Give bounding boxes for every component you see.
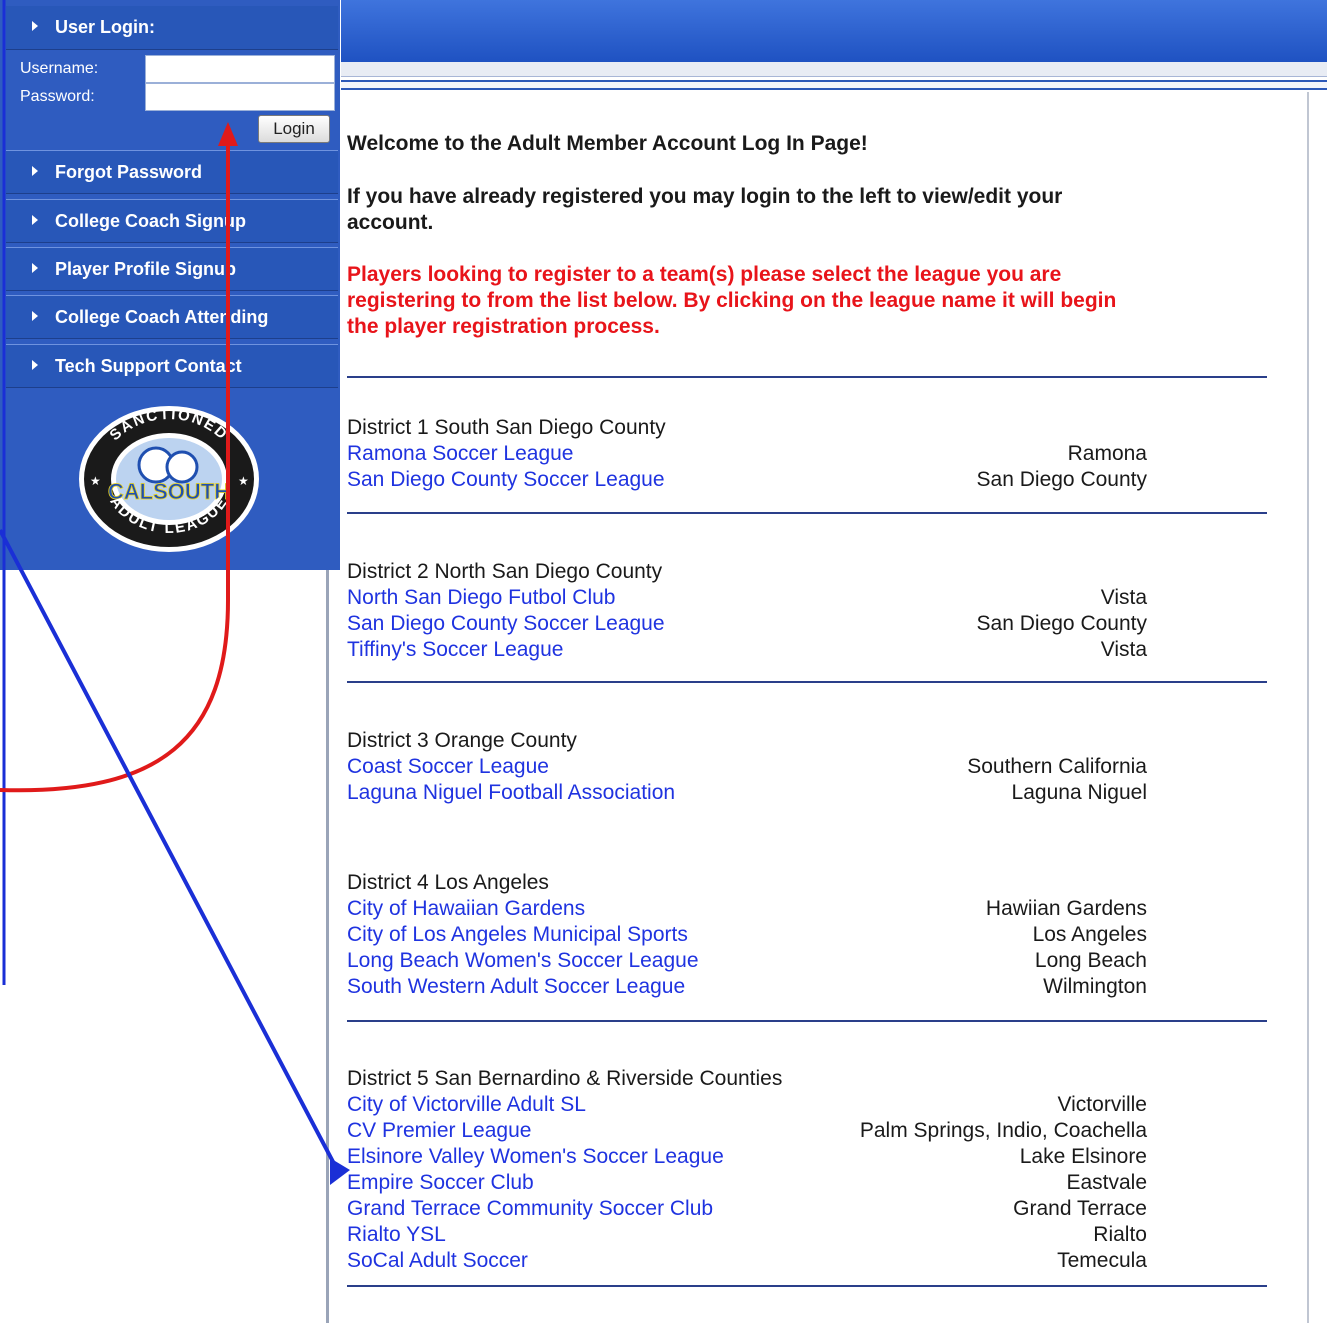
league-link[interactable]: Elsinore Valley Women's Soccer League xyxy=(347,1145,724,1169)
league-link[interactable]: Rialto YSL xyxy=(347,1223,446,1247)
district-title: District 1 South San Diego County xyxy=(347,416,666,439)
header-divider xyxy=(341,80,1327,90)
triangle-right-icon xyxy=(32,311,38,321)
login-button[interactable]: Login xyxy=(258,115,330,143)
league-link[interactable]: Laguna Niguel Football Association xyxy=(347,781,675,805)
league-city: Palm Springs, Indio, Coachella xyxy=(859,1119,1147,1142)
divider xyxy=(347,1020,1267,1022)
username-label: Username: xyxy=(20,60,99,77)
league-city: Hawiian Gardens xyxy=(985,897,1147,920)
league-link[interactable]: Long Beach Women's Soccer League xyxy=(347,949,699,973)
league-link[interactable]: City of Los Angeles Municipal Sports xyxy=(347,923,688,947)
registration-notice-line2: registering to from the list below. By c… xyxy=(347,289,1117,312)
league-city: Long Beach xyxy=(1034,949,1147,972)
triangle-right-icon xyxy=(32,21,38,31)
league-city: Southern California xyxy=(967,755,1147,778)
registration-notice-line1: Players looking to register to a team(s)… xyxy=(347,263,1062,286)
league-city: Lake Elsinore xyxy=(1019,1145,1147,1168)
league-link[interactable]: CV Premier League xyxy=(347,1119,531,1143)
sidebar: User Login: Username: Password: Login Fo… xyxy=(0,0,340,570)
league-link[interactable]: South Western Adult Soccer League xyxy=(347,975,685,999)
league-city: San Diego County xyxy=(976,468,1147,491)
sidebar-item-forgot-password[interactable]: Forgot Password xyxy=(6,150,338,194)
star-icon: ★ xyxy=(238,474,249,488)
sidebar-item-college-coach-attending[interactable]: College Coach Attending xyxy=(6,295,338,339)
sidebar-item-label: College Coach Attending xyxy=(55,307,269,327)
league-link[interactable]: City of Hawaiian Gardens xyxy=(347,897,585,921)
league-city: San Diego County xyxy=(976,612,1147,635)
content-frame-right xyxy=(1307,92,1309,1323)
league-city: Los Angeles xyxy=(1032,923,1147,946)
league-link[interactable]: San Diego County Soccer League xyxy=(347,468,665,492)
password-input[interactable] xyxy=(145,83,335,111)
password-label: Password: xyxy=(20,88,95,105)
sidebar-item-label: Tech Support Contact xyxy=(55,356,242,376)
header-banner xyxy=(341,0,1327,62)
divider xyxy=(347,512,1267,514)
league-city: Temecula xyxy=(1057,1249,1147,1272)
blue-annotation-arrow xyxy=(0,529,342,1176)
league-city: Vista xyxy=(1100,586,1147,609)
info-text-line1: If you have already registered you may l… xyxy=(347,185,1063,208)
username-input[interactable] xyxy=(145,55,335,83)
league-link[interactable]: City of Victorville Adult SL xyxy=(347,1093,586,1117)
league-city: Vista xyxy=(1100,638,1147,661)
triangle-right-icon xyxy=(32,360,38,370)
league-link[interactable]: North San Diego Futbol Club xyxy=(347,586,615,610)
star-icon: ★ xyxy=(90,474,101,488)
league-city: Grand Terrace xyxy=(1013,1197,1147,1220)
league-city: Victorville xyxy=(1057,1093,1147,1116)
content-frame-left xyxy=(326,570,329,1323)
user-login-header[interactable]: User Login: xyxy=(6,6,338,50)
district-title: District 4 Los Angeles xyxy=(347,871,549,894)
sidebar-item-label: Player Profile Signup xyxy=(55,259,237,279)
triangle-right-icon xyxy=(32,166,38,176)
league-city: Laguna Niguel xyxy=(1011,781,1147,804)
league-city: Ramona xyxy=(1067,442,1147,465)
sidebar-item-player-profile-signup[interactable]: Player Profile Signup xyxy=(6,247,338,291)
league-city: Rialto xyxy=(1093,1223,1147,1246)
league-link[interactable]: San Diego County Soccer League xyxy=(347,612,665,636)
info-text-line2: account. xyxy=(347,211,434,234)
league-link[interactable]: SoCal Adult Soccer xyxy=(347,1249,528,1273)
league-link[interactable]: Grand Terrace Community Soccer Club xyxy=(347,1197,713,1221)
sidebar-item-college-coach-signup[interactable]: College Coach Signup xyxy=(6,199,338,243)
divider xyxy=(347,681,1267,683)
league-city: Eastvale xyxy=(1066,1171,1147,1194)
triangle-right-icon xyxy=(32,215,38,225)
sidebar-item-label: College Coach Signup xyxy=(55,211,247,231)
sidebar-item-tech-support-contact[interactable]: Tech Support Contact xyxy=(6,344,338,388)
league-link[interactable]: Tiffiny's Soccer League xyxy=(347,638,563,662)
divider xyxy=(347,376,1267,378)
district-title: District 2 North San Diego County xyxy=(347,560,663,583)
registration-notice-line3: the player registration process. xyxy=(347,315,660,338)
league-link[interactable]: Empire Soccer Club xyxy=(347,1171,534,1195)
sidebar-item-label: Forgot Password xyxy=(55,162,203,182)
triangle-right-icon xyxy=(32,263,38,273)
welcome-heading: Welcome to the Adult Member Account Log … xyxy=(347,132,868,155)
league-link[interactable]: Coast Soccer League xyxy=(347,755,549,779)
district-title: District 5 San Bernardino & Riverside Co… xyxy=(347,1067,783,1090)
league-link[interactable]: Ramona Soccer League xyxy=(347,442,573,466)
divider xyxy=(347,1285,1267,1287)
district-title: District 3 Orange County xyxy=(347,729,577,752)
league-city: Wilmington xyxy=(1043,975,1147,998)
calsouth-adult-league-logo: CALSOUTH SANCTIONED ADULT LEAGUE ★ ★ xyxy=(79,406,259,552)
logo-center-text: CALSOUTH xyxy=(108,479,230,504)
header-strip xyxy=(341,62,1327,77)
user-login-title: User Login: xyxy=(55,17,156,37)
